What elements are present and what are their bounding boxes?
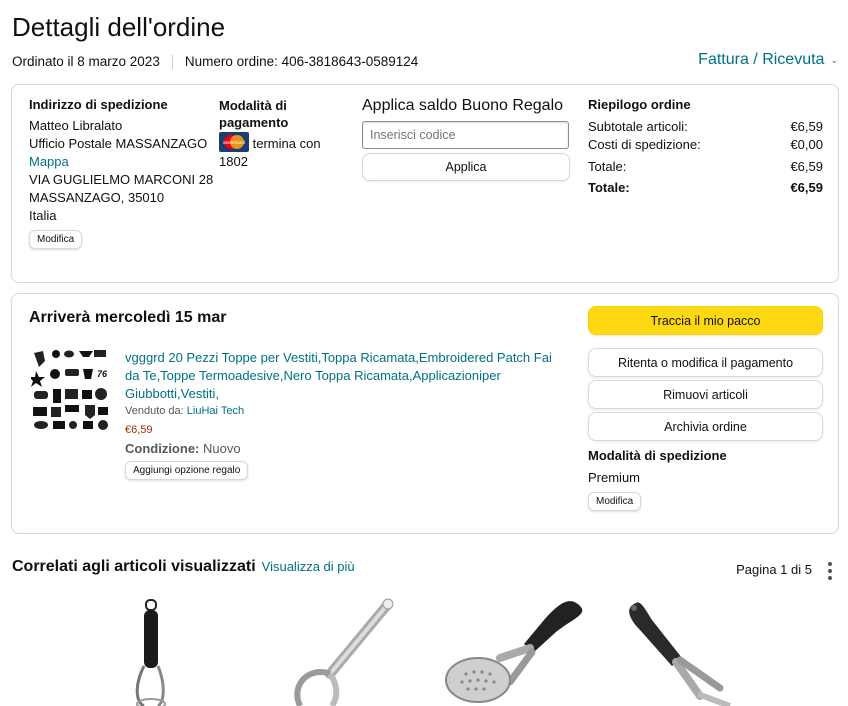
summary-value: €6,59	[790, 159, 823, 174]
product-image[interactable]: 76	[29, 347, 111, 431]
see-more-link[interactable]: Visualizza di più	[262, 559, 355, 574]
pagination-label: Pagina 1 di 5	[736, 562, 812, 577]
arrival-date: Arriverà mercoledì 15 mar	[29, 309, 227, 326]
address-line-2: VIA GUGLIELMO MARCONI 28	[29, 172, 214, 187]
page-title: Dettagli dell'ordine	[12, 12, 226, 42]
summary-row-grand-total: Totale: €6,59	[588, 180, 823, 195]
invoice-label: Fattura / Ricevuta	[698, 51, 825, 68]
shipping-method-heading: Modalità di spedizione	[588, 448, 727, 463]
track-package-button[interactable]: Traccia il mio pacco	[588, 306, 823, 335]
condition: Condizione: Nuovo	[125, 441, 241, 456]
sold-by: Venduto da: LiuHai Tech	[125, 405, 244, 417]
related-product-1[interactable]	[100, 596, 210, 706]
summary-label: Costi di spedizione:	[588, 137, 701, 152]
more-options-icon[interactable]	[828, 562, 832, 580]
order-date: Ordinato il 8 marzo 2023	[12, 54, 160, 69]
meta-divider	[171, 54, 173, 69]
order-summary-heading: Riepilogo ordine	[588, 97, 691, 112]
product-price: €6,59	[125, 424, 153, 436]
order-number: Numero ordine: 406-3818643-0589124	[184, 54, 419, 69]
address-line-3: MASSANZAGO, 35010	[29, 190, 165, 205]
payment-card-line: MasterCard termina con 1802	[219, 132, 339, 171]
shipping-address-heading: Indirizzo di spedizione	[29, 97, 168, 112]
payment-heading: Modalità di pagamento	[219, 98, 289, 130]
gift-code-input[interactable]	[362, 121, 569, 149]
edit-address-button[interactable]: Modifica	[29, 230, 83, 249]
product-title-link[interactable]: vgggrd 20 Pezzi Toppe per Vestiti,Toppa …	[125, 349, 565, 403]
shipping-method-value: Premium	[588, 470, 641, 485]
shipping-address: Indirizzo di spedizione Matteo Libralato…	[29, 97, 214, 249]
seller-link[interactable]: LiuHai Tech	[187, 405, 244, 417]
address-line-1: Ufficio Postale MASSANZAGO	[29, 136, 208, 151]
add-gift-option-button[interactable]: Aggiungi opzione regalo	[125, 461, 249, 480]
sold-by-label: Venduto da:	[125, 405, 184, 417]
related-product-2[interactable]	[270, 596, 410, 706]
shipment-box: Arriverà mercoledì 15 mar 76 vgggrd 20 P…	[11, 293, 839, 534]
mastercard-icon: MasterCard	[219, 132, 249, 152]
order-info-box: Indirizzo di spedizione Matteo Libralato…	[11, 84, 839, 283]
address-country: Italia	[29, 208, 57, 223]
retry-payment-button[interactable]: Ritenta o modifica il pagamento	[588, 348, 823, 377]
summary-row-shipping: Costi di spedizione: €0,00	[588, 137, 823, 152]
edit-shipping-method-button[interactable]: Modifica	[588, 492, 642, 511]
summary-row-subtotal: Subtotale articoli: €6,59	[588, 119, 823, 134]
summary-row-total: Totale: €6,59	[588, 159, 823, 174]
svg-text:76: 76	[97, 369, 108, 379]
apply-gift-button[interactable]: Applica	[362, 153, 570, 181]
mastercard-brand-text: MasterCard	[223, 140, 246, 145]
summary-value: €0,00	[790, 137, 823, 152]
summary-value: €6,59	[790, 119, 823, 134]
recipient-name: Matteo Libralato	[29, 118, 123, 133]
archive-order-button[interactable]: Archivia ordine	[588, 412, 823, 441]
remove-items-button[interactable]: Rimuovi articoli	[588, 380, 823, 409]
chevron-down-icon: ⌄	[830, 54, 838, 65]
summary-label: Subtotale articoli:	[588, 119, 688, 134]
related-product-4[interactable]	[620, 596, 740, 706]
payment-method: Modalità di pagamento MasterCard termina…	[219, 97, 339, 171]
condition-value: Nuovo	[203, 441, 241, 456]
order-meta: Ordinato il 8 marzo 2023 Numero ordine: …	[12, 54, 418, 69]
gift-card-heading: Applica saldo Buono Regalo	[362, 97, 564, 114]
invoice-dropdown[interactable]: Fattura / Ricevuta ⌄	[698, 51, 838, 69]
summary-value: €6,59	[790, 180, 823, 195]
related-product-3[interactable]	[440, 596, 590, 706]
map-link[interactable]: Mappa	[29, 153, 214, 171]
related-heading: Correlati agli articoli visualizzati	[12, 558, 256, 575]
summary-label: Totale:	[588, 180, 630, 195]
condition-label: Condizione:	[125, 441, 200, 456]
related-header: Correlati agli articoli visualizzati Vis…	[12, 558, 355, 576]
summary-label: Totale:	[588, 159, 627, 174]
